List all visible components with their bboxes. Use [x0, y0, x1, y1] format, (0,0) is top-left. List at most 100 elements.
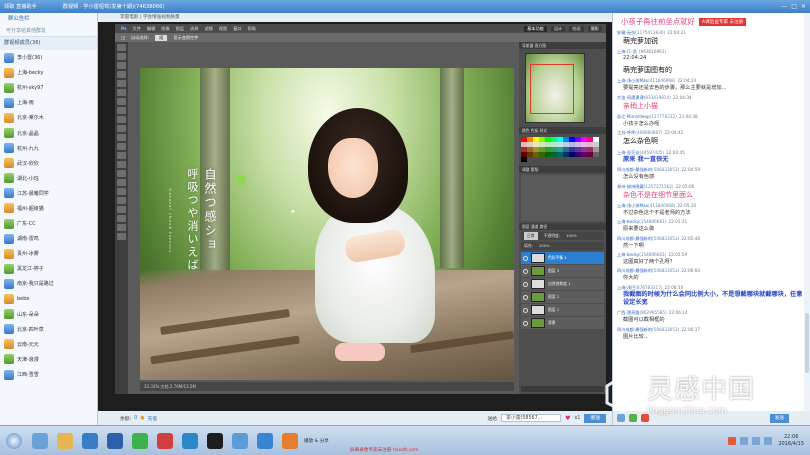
- show-transform-checkbox[interactable]: 显示变换控件: [173, 35, 198, 41]
- member-item[interactable]: 广东-CC: [4, 216, 97, 231]
- sender-name[interactable]: 四川成都-最强新的: [617, 167, 652, 172]
- visibility-eye-icon[interactable]: [523, 255, 528, 261]
- auto-select-dropdown[interactable]: 组: [155, 34, 168, 41]
- browser-icon[interactable]: [232, 432, 248, 449]
- ps-tool-icon[interactable]: [117, 107, 126, 114]
- ps-tool-icon[interactable]: [117, 53, 126, 60]
- ps-tool-icon[interactable]: [117, 206, 126, 213]
- navigator-preview[interactable]: [525, 53, 585, 123]
- ps-tool-icon[interactable]: [117, 62, 126, 69]
- member-item[interactable]: 北京-四叶草: [4, 322, 97, 337]
- sender-name[interactable]: 安徽-无伤: [617, 30, 635, 35]
- layer-row[interactable]: 色彩平衡 1: [521, 252, 604, 264]
- visibility-eye-icon[interactable]: [523, 281, 528, 287]
- member-item[interactable]: bebe: [4, 292, 97, 307]
- sender-name[interactable]: 广西-漂亮路: [617, 310, 639, 315]
- sender-name[interactable]: 上海-浅小孩Max: [617, 203, 648, 208]
- member-item[interactable]: 山东-朵朵: [4, 307, 97, 322]
- qq-icon[interactable]: [182, 432, 198, 449]
- ps-workspace-design[interactable]: 设计: [550, 25, 566, 32]
- layer-row[interactable]: 图层 3: [521, 265, 604, 277]
- visibility-eye-icon[interactable]: [523, 320, 528, 326]
- sender-name[interactable]: 四川成都-最强新的: [617, 268, 652, 273]
- ps-tool-icon[interactable]: [117, 233, 126, 240]
- member-item[interactable]: 北京-晶晶: [4, 125, 97, 140]
- minimize-icon[interactable]: —: [781, 3, 787, 10]
- blend-mode-select[interactable]: 正常: [524, 232, 538, 240]
- visibility-eye-icon[interactable]: [523, 294, 528, 300]
- ps-tool-icon[interactable]: [117, 197, 126, 204]
- sender-name[interactable]: 四川成都-最强新的: [617, 327, 652, 332]
- network-icon[interactable]: [257, 432, 273, 449]
- photoshop-icon[interactable]: [107, 432, 123, 449]
- member-item[interactable]: 杭州-九九: [4, 141, 97, 156]
- layer-row[interactable]: 背景: [521, 317, 604, 329]
- member-item[interactable]: 湖北-小珏: [4, 171, 97, 186]
- visibility-eye-icon[interactable]: [523, 268, 528, 274]
- member-item[interactable]: 江苏-晨曦同学: [4, 186, 97, 201]
- ps-tool-icon[interactable]: [117, 170, 126, 177]
- ie-icon[interactable]: [32, 432, 48, 449]
- member-item[interactable]: 天津-浪漫: [4, 352, 97, 367]
- emoji-icon[interactable]: [629, 414, 637, 422]
- ps-tool-icon[interactable]: [117, 224, 126, 231]
- member-item[interactable]: 武汉-欣欣: [4, 156, 97, 171]
- ps-tool-icon[interactable]: [117, 125, 126, 132]
- tray-app-icon[interactable]: [728, 436, 737, 445]
- ps-tool-icon[interactable]: [117, 188, 126, 195]
- move-tool-icon[interactable]: ◫: [121, 35, 125, 40]
- color-swatch[interactable]: [593, 152, 599, 157]
- chat-scrollbar[interactable]: [804, 13, 810, 411]
- sender-name[interactable]: 上海-: [617, 49, 627, 54]
- group-announcement-header[interactable]: 群公告栏: [0, 13, 97, 25]
- ps-tool-icon[interactable]: [117, 98, 126, 105]
- sender-name[interactable]: 四川成都-最强新的: [617, 236, 652, 241]
- ps-tool-icon[interactable]: [117, 179, 126, 186]
- swatches-tab[interactable]: 颜色 色板 样式: [519, 127, 606, 134]
- ps-menu-help[interactable]: 帮助: [248, 26, 256, 32]
- tool-icon[interactable]: [282, 432, 298, 449]
- layers-actions-bar[interactable]: [521, 386, 604, 392]
- ps-tool-icon[interactable]: [117, 116, 126, 123]
- font-icon[interactable]: [617, 414, 625, 422]
- ps-menu-select[interactable]: 选择: [190, 26, 198, 32]
- ps-tool-icon[interactable]: [117, 71, 126, 78]
- sender-name[interactable]: 上海-浅小孩Max: [617, 78, 648, 83]
- auto-select-checkbox[interactable]: 自动选择:: [131, 35, 149, 41]
- member-item[interactable]: 贵州-冰雾: [4, 246, 97, 261]
- ps-menu-file[interactable]: 文件: [133, 26, 141, 32]
- member-item[interactable]: 江西-雪雪: [4, 367, 97, 382]
- member-item[interactable]: 李小雷(36): [4, 50, 97, 65]
- color-swatch[interactable]: [521, 157, 527, 162]
- sender-name[interactable]: 上海-becky: [617, 219, 639, 224]
- opacity-value[interactable]: 100%: [566, 232, 577, 240]
- sender-name[interactable]: 上海-浅巴: [617, 285, 635, 290]
- layers-tab[interactable]: 图层 通道 路径: [519, 223, 606, 230]
- layer-row[interactable]: 图层 1: [521, 304, 604, 316]
- visibility-eye-icon[interactable]: [523, 307, 528, 313]
- navigator-view-frame[interactable]: [530, 64, 574, 114]
- ps-tool-icon[interactable]: [117, 161, 126, 168]
- ps-tool-icon[interactable]: [117, 134, 126, 141]
- member-item[interactable]: 云南-元元: [4, 337, 97, 352]
- explorer-icon[interactable]: [57, 432, 73, 449]
- send-gift-button[interactable]: 赠送: [584, 413, 606, 423]
- chat-send-button[interactable]: 发送: [769, 413, 789, 423]
- ps-tool-icon[interactable]: [117, 152, 126, 159]
- member-item[interactable]: 上海-becky: [4, 65, 97, 80]
- ps-menu-layer[interactable]: 图层: [176, 26, 184, 32]
- top-left-label[interactable]: 领取 直播助手: [4, 3, 37, 10]
- maximize-icon[interactable]: □: [791, 3, 797, 10]
- member-item[interactable]: 福州-超级猫: [4, 201, 97, 216]
- member-item[interactable]: 南京-我只是路过: [4, 276, 97, 291]
- layer-row[interactable]: 图层 2: [521, 291, 604, 303]
- ps-tool-icon[interactable]: [117, 80, 126, 87]
- sender-name[interactable]: 浙江-Mirrordeep: [617, 114, 650, 119]
- flower-icon[interactable]: [641, 414, 649, 422]
- ps-menu-window[interactable]: 窗口: [233, 26, 241, 32]
- sender-name[interactable]: 江苏-呼呼: [617, 130, 635, 135]
- layer-row[interactable]: 自然饱和度 1: [521, 278, 604, 290]
- member-item[interactable]: 黑龙江-婷子: [4, 261, 97, 276]
- ps-tool-icon[interactable]: [117, 89, 126, 96]
- ps-tool-icon[interactable]: [117, 44, 126, 51]
